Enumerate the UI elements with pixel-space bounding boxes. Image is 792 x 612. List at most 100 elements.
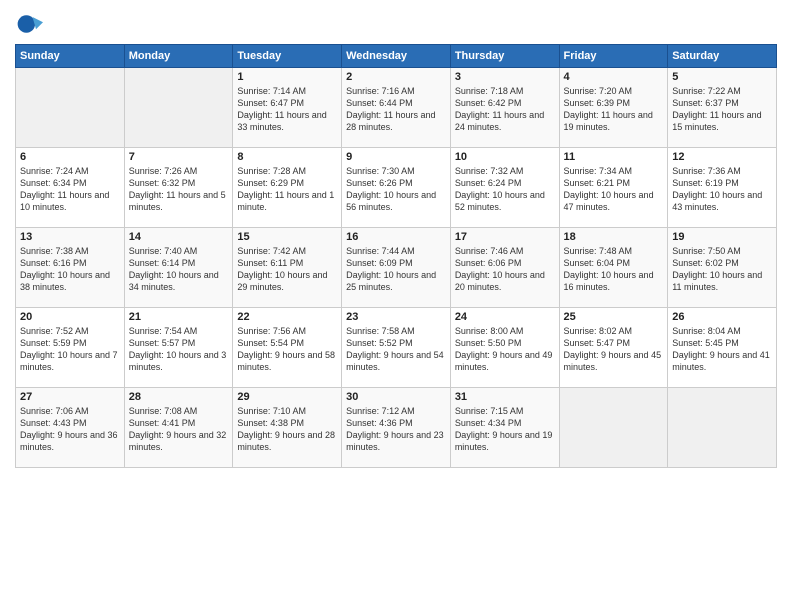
day-cell: 12Sunrise: 7:36 AMSunset: 6:19 PMDayligh…: [668, 148, 777, 228]
day-detail: Sunrise: 7:16 AMSunset: 6:44 PMDaylight:…: [346, 85, 446, 134]
day-number: 26: [672, 311, 772, 323]
day-cell: 1Sunrise: 7:14 AMSunset: 6:47 PMDaylight…: [233, 68, 342, 148]
header: [15, 10, 777, 38]
day-cell: 26 Sunrise: 8:04 AMSunset: 5:45 PMDayligh…: [668, 308, 777, 388]
day-detail: Sunrise: 7:58 AMSunset: 5:52 PMDaylight:…: [346, 325, 446, 374]
week-row-4: 20Sunrise: 7:52 AMSunset: 5:59 PMDayligh…: [16, 308, 777, 388]
day-cell: 28 Sunrise: 7:08 AMSunset: 4:41 PMDayligh…: [124, 388, 233, 468]
day-number: 8: [237, 151, 337, 163]
header-row: SundayMondayTuesdayWednesdayThursdayFrid…: [16, 45, 777, 68]
day-cell: 29 Sunrise: 7:10 AMSunset: 4:38 PMDayligh…: [233, 388, 342, 468]
day-number: 5: [672, 71, 772, 83]
day-number: 28: [129, 391, 229, 403]
day-detail: Sunrise: 7:28 AMSunset: 6:29 PMDaylight:…: [237, 165, 337, 214]
day-cell: 30Sunrise: 7:12 AMSunset: 4:36 PMDayligh…: [342, 388, 451, 468]
day-number: 31: [455, 391, 555, 403]
day-cell: [124, 68, 233, 148]
day-detail: Sunrise: 7:40 AMSunset: 6:14 PMDaylight:…: [129, 245, 229, 294]
day-cell: 17 Sunrise: 7:46 AMSunset: 6:06 PMDayligh…: [450, 228, 559, 308]
day-detail: Sunrise: 7:08 AMSunset: 4:41 PMDaylight:…: [129, 405, 229, 454]
header-cell-friday: Friday: [559, 45, 668, 68]
day-number: 24: [455, 311, 555, 323]
day-cell: 3 Sunrise: 7:18 AMSunset: 6:42 PMDaylight…: [450, 68, 559, 148]
day-detail: Sunrise: 7:15 AMSunset: 4:34 PMDaylight:…: [455, 405, 555, 454]
day-number: 2: [346, 71, 446, 83]
day-cell: 4 Sunrise: 7:20 AMSunset: 6:39 PMDaylight…: [559, 68, 668, 148]
day-cell: 5 Sunrise: 7:22 AMSunset: 6:37 PMDaylight…: [668, 68, 777, 148]
day-number: 29: [237, 391, 337, 403]
day-number: 25: [564, 311, 664, 323]
week-row-2: 6 Sunrise: 7:24 AMSunset: 6:34 PMDaylight…: [16, 148, 777, 228]
day-detail: Sunrise: 7:36 AMSunset: 6:19 PMDaylight:…: [672, 165, 772, 214]
day-number: 18: [564, 231, 664, 243]
day-detail: Sunrise: 7:54 AMSunset: 5:57 PMDaylight:…: [129, 325, 229, 374]
day-cell: 21 Sunrise: 7:54 AMSunset: 5:57 PMDayligh…: [124, 308, 233, 388]
day-cell: 2 Sunrise: 7:16 AMSunset: 6:44 PMDaylight…: [342, 68, 451, 148]
header-cell-wednesday: Wednesday: [342, 45, 451, 68]
day-cell: 22Sunrise: 7:56 AMSunset: 5:54 PMDayligh…: [233, 308, 342, 388]
day-detail: Sunrise: 7:10 AMSunset: 4:38 PMDaylight:…: [237, 405, 337, 454]
logo-icon: [15, 10, 43, 38]
day-number: 17: [455, 231, 555, 243]
week-row-1: 1Sunrise: 7:14 AMSunset: 6:47 PMDaylight…: [16, 68, 777, 148]
day-number: 14: [129, 231, 229, 243]
day-cell: 16 Sunrise: 7:44 AMSunset: 6:09 PMDayligh…: [342, 228, 451, 308]
day-number: 3: [455, 71, 555, 83]
day-cell: 31 Sunrise: 7:15 AMSunset: 4:34 PMDayligh…: [450, 388, 559, 468]
page: SundayMondayTuesdayWednesdayThursdayFrid…: [0, 0, 792, 478]
day-cell: 6 Sunrise: 7:24 AMSunset: 6:34 PMDaylight…: [16, 148, 125, 228]
day-cell: 9 Sunrise: 7:30 AMSunset: 6:26 PMDaylight…: [342, 148, 451, 228]
day-detail: Sunrise: 7:18 AMSunset: 6:42 PMDaylight:…: [455, 85, 555, 134]
day-cell: [559, 388, 668, 468]
day-number: 10: [455, 151, 555, 163]
day-cell: 11 Sunrise: 7:34 AMSunset: 6:21 PMDayligh…: [559, 148, 668, 228]
day-detail: Sunrise: 7:46 AMSunset: 6:06 PMDaylight:…: [455, 245, 555, 294]
day-detail: Sunrise: 7:30 AMSunset: 6:26 PMDaylight:…: [346, 165, 446, 214]
day-cell: 14 Sunrise: 7:40 AMSunset: 6:14 PMDayligh…: [124, 228, 233, 308]
day-detail: Sunrise: 7:20 AMSunset: 6:39 PMDaylight:…: [564, 85, 664, 134]
day-detail: Sunrise: 7:38 AMSunset: 6:16 PMDaylight:…: [20, 245, 120, 294]
header-cell-monday: Monday: [124, 45, 233, 68]
day-cell: 19Sunrise: 7:50 AMSunset: 6:02 PMDayligh…: [668, 228, 777, 308]
day-number: 6: [20, 151, 120, 163]
calendar-table: SundayMondayTuesdayWednesdayThursdayFrid…: [15, 44, 777, 468]
day-number: 13: [20, 231, 120, 243]
day-detail: Sunrise: 7:12 AMSunset: 4:36 PMDaylight:…: [346, 405, 446, 454]
day-detail: Sunrise: 7:26 AMSunset: 6:32 PMDaylight:…: [129, 165, 229, 214]
week-row-5: 27 Sunrise: 7:06 AMSunset: 4:43 PMDayligh…: [16, 388, 777, 468]
day-number: 21: [129, 311, 229, 323]
day-detail: Sunrise: 7:44 AMSunset: 6:09 PMDaylight:…: [346, 245, 446, 294]
day-cell: 23 Sunrise: 7:58 AMSunset: 5:52 PMDayligh…: [342, 308, 451, 388]
day-cell: 8 Sunrise: 7:28 AMSunset: 6:29 PMDaylight…: [233, 148, 342, 228]
header-cell-saturday: Saturday: [668, 45, 777, 68]
day-detail: Sunrise: 8:04 AMSunset: 5:45 PMDaylight:…: [672, 325, 772, 374]
day-number: 4: [564, 71, 664, 83]
day-detail: Sunrise: 7:34 AMSunset: 6:21 PMDaylight:…: [564, 165, 664, 214]
day-number: 27: [20, 391, 120, 403]
day-detail: Sunrise: 7:22 AMSunset: 6:37 PMDaylight:…: [672, 85, 772, 134]
day-cell: 20Sunrise: 7:52 AMSunset: 5:59 PMDayligh…: [16, 308, 125, 388]
day-detail: Sunrise: 8:00 AMSunset: 5:50 PMDaylight:…: [455, 325, 555, 374]
header-cell-sunday: Sunday: [16, 45, 125, 68]
day-cell: 15Sunrise: 7:42 AMSunset: 6:11 PMDayligh…: [233, 228, 342, 308]
day-cell: 27 Sunrise: 7:06 AMSunset: 4:43 PMDayligh…: [16, 388, 125, 468]
day-detail: Sunrise: 7:42 AMSunset: 6:11 PMDaylight:…: [237, 245, 337, 294]
week-row-3: 13 Sunrise: 7:38 AMSunset: 6:16 PMDayligh…: [16, 228, 777, 308]
day-number: 1: [237, 71, 337, 83]
day-detail: Sunrise: 7:52 AMSunset: 5:59 PMDaylight:…: [20, 325, 120, 374]
day-cell: [668, 388, 777, 468]
day-detail: Sunrise: 8:02 AMSunset: 5:47 PMDaylight:…: [564, 325, 664, 374]
day-number: 9: [346, 151, 446, 163]
day-number: 16: [346, 231, 446, 243]
day-detail: Sunrise: 7:06 AMSunset: 4:43 PMDaylight:…: [20, 405, 120, 454]
day-number: 19: [672, 231, 772, 243]
logo: [15, 10, 45, 38]
day-number: 23: [346, 311, 446, 323]
day-cell: 18Sunrise: 7:48 AMSunset: 6:04 PMDayligh…: [559, 228, 668, 308]
day-detail: Sunrise: 7:24 AMSunset: 6:34 PMDaylight:…: [20, 165, 120, 214]
header-cell-tuesday: Tuesday: [233, 45, 342, 68]
day-number: 7: [129, 151, 229, 163]
day-cell: [16, 68, 125, 148]
day-cell: 7 Sunrise: 7:26 AMSunset: 6:32 PMDaylight…: [124, 148, 233, 228]
day-number: 11: [564, 151, 664, 163]
